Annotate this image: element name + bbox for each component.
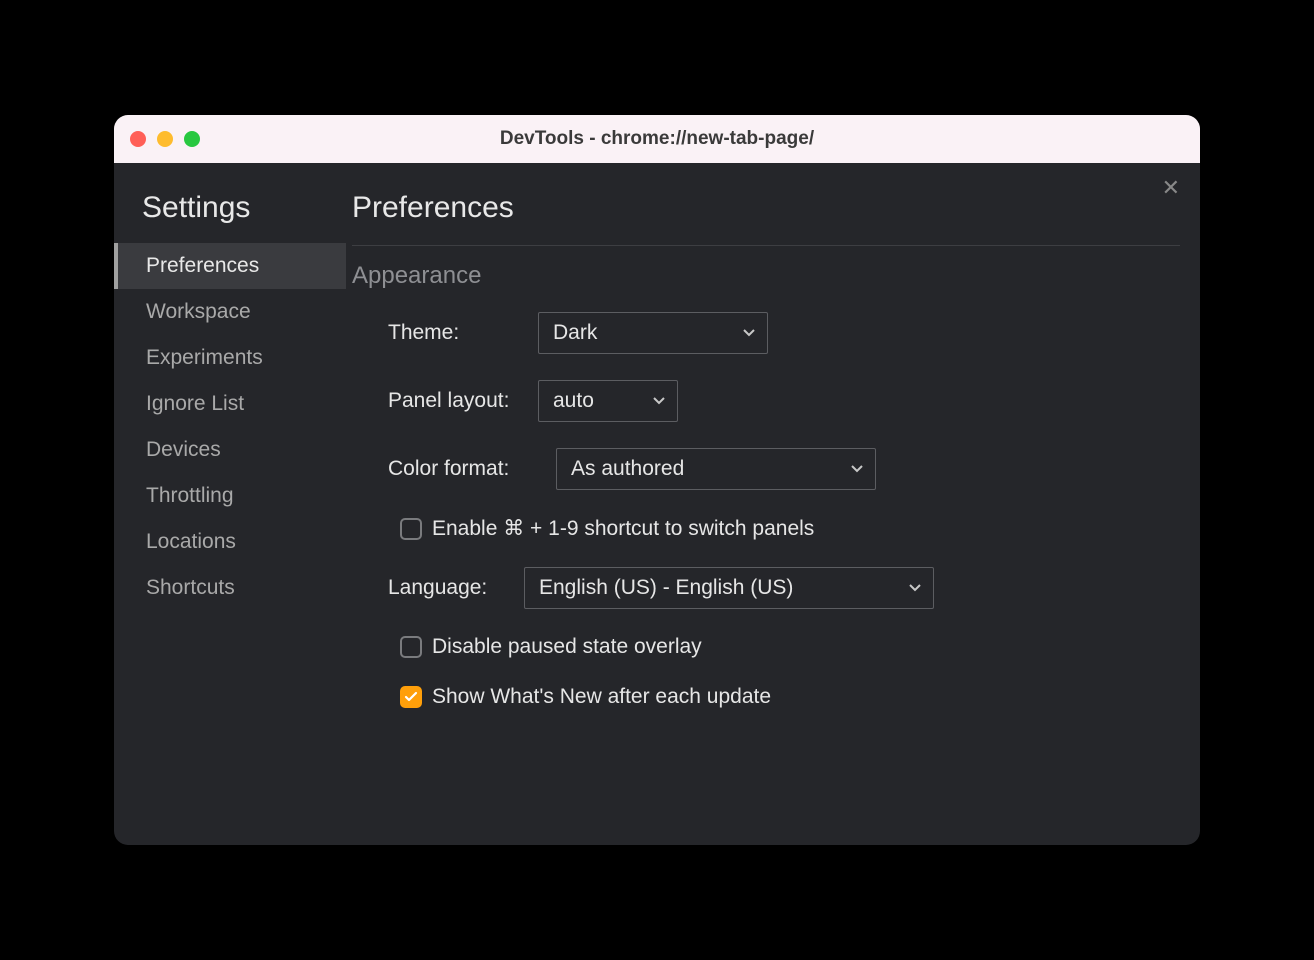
sidebar-item-preferences[interactable]: Preferences — [114, 243, 346, 289]
window-close-button[interactable] — [130, 131, 146, 147]
sidebar-item-label: Shortcuts — [146, 576, 235, 599]
language-label: Language: — [388, 576, 524, 600]
language-select[interactable]: English (US) - English (US) — [524, 567, 934, 609]
chevron-down-icon — [653, 397, 665, 405]
section-title-appearance: Appearance — [352, 262, 1170, 290]
chevron-down-icon — [909, 584, 921, 592]
sidebar-item-locations[interactable]: Locations — [114, 519, 346, 565]
chevron-down-icon — [851, 465, 863, 473]
sidebar-item-shortcuts[interactable]: Shortcuts — [114, 565, 346, 611]
sidebar-item-label: Devices — [146, 438, 221, 461]
close-icon[interactable]: ✕ — [1162, 177, 1180, 199]
row-panel-layout: Panel layout: auto — [352, 380, 1170, 422]
sidebar-item-label: Throttling — [146, 484, 234, 507]
color-format-select[interactable]: As authored — [556, 448, 876, 490]
window-maximize-button[interactable] — [184, 131, 200, 147]
main-panel: Preferences Appearance Theme: Dark Panel… — [346, 163, 1200, 845]
panel-layout-select-value: auto — [553, 389, 594, 413]
show-whats-new-checkbox[interactable] — [400, 686, 422, 708]
theme-label: Theme: — [388, 321, 538, 345]
sidebar-title: Settings — [114, 191, 346, 243]
language-select-value: English (US) - English (US) — [539, 576, 793, 600]
titlebar: DevTools - chrome://new-tab-page/ — [114, 115, 1200, 163]
sidebar-item-label: Preferences — [146, 254, 259, 277]
sidebar-item-throttling[interactable]: Throttling — [114, 473, 346, 519]
disable-paused-checkbox-row[interactable]: Disable paused state overlay — [352, 635, 1170, 659]
theme-select-value: Dark — [553, 321, 597, 345]
color-format-select-value: As authored — [571, 457, 684, 481]
sidebar-item-label: Experiments — [146, 346, 263, 369]
panel-layout-select[interactable]: auto — [538, 380, 678, 422]
sidebar-item-label: Workspace — [146, 300, 251, 323]
panel-layout-label: Panel layout: — [388, 389, 538, 413]
sidebar-item-label: Locations — [146, 530, 236, 553]
disable-paused-checkbox[interactable] — [400, 636, 422, 658]
window-minimize-button[interactable] — [157, 131, 173, 147]
page-title: Preferences — [352, 191, 1180, 246]
enable-shortcut-checkbox[interactable] — [400, 518, 422, 540]
enable-shortcut-label: Enable ⌘ + 1-9 shortcut to switch panels — [432, 516, 814, 541]
chevron-down-icon — [743, 329, 755, 337]
row-language: Language: English (US) - English (US) — [352, 567, 1170, 609]
traffic-lights — [130, 131, 200, 147]
sidebar-item-devices[interactable]: Devices — [114, 427, 346, 473]
sidebar-item-ignore-list[interactable]: Ignore List — [114, 381, 346, 427]
disable-paused-label: Disable paused state overlay — [432, 635, 702, 659]
sidebar-item-experiments[interactable]: Experiments — [114, 335, 346, 381]
row-color-format: Color format: As authored — [352, 448, 1170, 490]
sidebar-item-workspace[interactable]: Workspace — [114, 289, 346, 335]
theme-select[interactable]: Dark — [538, 312, 768, 354]
window-title: DevTools - chrome://new-tab-page/ — [114, 128, 1200, 150]
show-whats-new-label: Show What's New after each update — [432, 685, 771, 709]
sidebar-item-label: Ignore List — [146, 392, 244, 415]
show-whats-new-checkbox-row[interactable]: Show What's New after each update — [352, 685, 1170, 709]
scroll-area[interactable]: Appearance Theme: Dark Panel layout: aut… — [352, 246, 1180, 845]
devtools-window: DevTools - chrome://new-tab-page/ ✕ Sett… — [114, 115, 1200, 845]
body: ✕ Settings Preferences Workspace Experim… — [114, 163, 1200, 845]
row-theme: Theme: Dark — [352, 312, 1170, 354]
sidebar: Settings Preferences Workspace Experimen… — [114, 163, 346, 845]
enable-shortcut-checkbox-row[interactable]: Enable ⌘ + 1-9 shortcut to switch panels — [352, 516, 1170, 541]
color-format-label: Color format: — [388, 457, 556, 481]
